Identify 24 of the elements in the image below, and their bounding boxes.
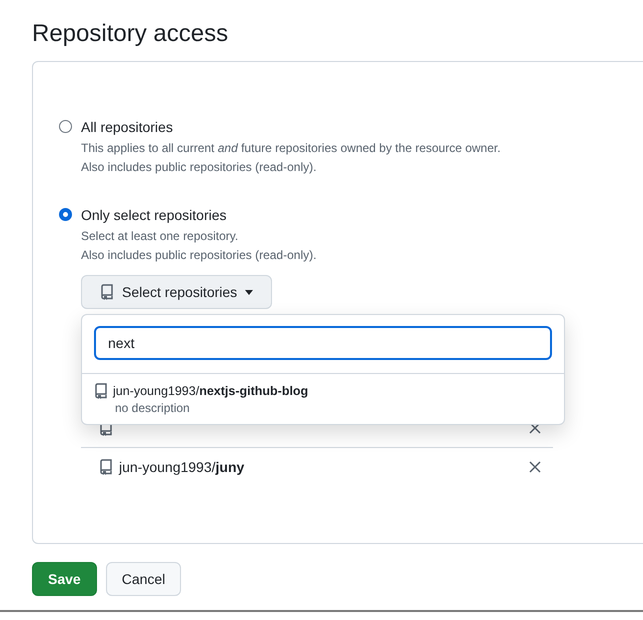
repo-icon	[94, 383, 108, 399]
option-label: All repositories	[81, 119, 174, 136]
remove-button[interactable]	[529, 422, 541, 434]
result-name[interactable]: jun-young1993/nextjs-github-blog	[113, 384, 308, 398]
search-field[interactable]: next	[94, 326, 552, 360]
option-description: Also includes public repositories (read-only).	[81, 247, 318, 264]
remove-button[interactable]	[529, 461, 541, 473]
option-description: Select at least one repository.	[81, 228, 240, 245]
radio-button[interactable]	[59, 208, 72, 221]
option-description: Also includes public repositories (read-only).	[81, 159, 318, 176]
option-label: Only select repositories	[81, 207, 228, 224]
repo-icon	[99, 459, 113, 475]
option-description: This applies to all current and future repositories owned by the resource owner.	[81, 140, 501, 157]
repository-name: jun-young1993/juny	[119, 459, 246, 475]
radio-button[interactable]	[59, 120, 72, 133]
close-icon	[529, 422, 541, 434]
caret-icon	[245, 290, 254, 294]
select-repositories-button[interactable]: Select repositories	[81, 275, 272, 309]
cancel-button[interactable]: Cancel	[106, 562, 182, 596]
result-description: no description	[115, 401, 191, 415]
section-title: Repository access	[32, 20, 230, 48]
save-button[interactable]: Save	[32, 562, 97, 596]
close-icon	[529, 461, 541, 473]
repo-icon	[100, 284, 114, 300]
